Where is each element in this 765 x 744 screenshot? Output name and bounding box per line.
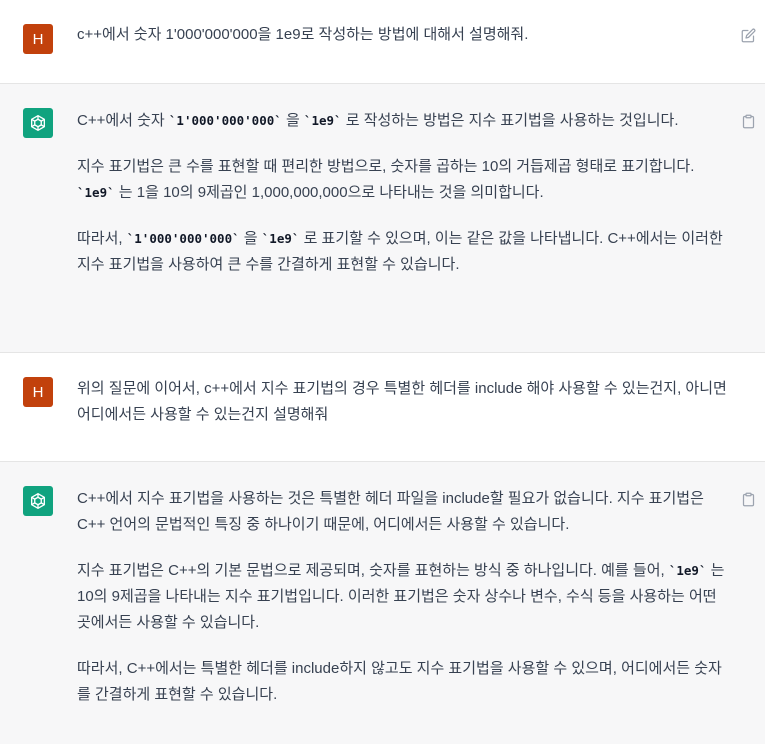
edit-icon	[741, 28, 755, 42]
openai-logo-icon	[31, 493, 45, 509]
user-message-2: H 위의 질문에 이어서, c++에서 지수 표기법의 경우 특별한 헤더를 i…	[0, 353, 765, 462]
inline-code: `1e9`	[668, 563, 707, 578]
answer-paragraph-2: 지수 표기법은 큰 수를 표현할 때 편리한 방법으로, 숫자를 곱하는 10의…	[77, 154, 727, 206]
inline-code: `1e9`	[261, 231, 300, 246]
text-span: 로 작성하는 방법은 지수 표기법을 사용하는 것입니다.	[341, 112, 679, 129]
assistant-avatar	[23, 108, 53, 138]
assistant-avatar	[23, 486, 53, 516]
openai-logo-icon	[31, 115, 45, 131]
edit-button[interactable]	[739, 26, 757, 44]
user-avatar-letter: H	[32, 383, 44, 401]
user-avatar: H	[23, 24, 53, 54]
inline-code: `1e9`	[77, 185, 115, 200]
clipboard-icon	[742, 492, 754, 506]
text-span: 따라서,	[77, 230, 127, 247]
copy-button[interactable]	[739, 490, 757, 508]
text-span: 을	[239, 230, 262, 247]
clipboard-icon	[742, 114, 754, 128]
text-span: 는 1을 10의 9제곱인 1,000,000,000으로 나타내는 것을 의미…	[114, 184, 544, 201]
user-message-1: H c++에서 숫자 1'000'000'000을 1e9로 작성하는 방법에 …	[0, 0, 765, 84]
text-span: 을	[281, 112, 304, 129]
message-text: C++에서 숫자 `1'000'000'000` 을 `1e9` 로 작성하는 …	[77, 108, 727, 278]
answer-paragraph-1: C++에서 지수 표기법을 사용하는 것은 특별한 헤더 파일을 include…	[77, 490, 704, 533]
answer-paragraph-3: 따라서, C++에서는 특별한 헤더를 include하지 않고도 지수 표기법…	[77, 660, 722, 703]
inline-code: `1'000'000'000`	[168, 113, 282, 128]
answer-paragraph-1: C++에서 숫자 `1'000'000'000` 을 `1e9` 로 작성하는 …	[77, 108, 727, 134]
answer-paragraph-3: 따라서, `1'000'000'000` 을 `1e9` 로 표기할 수 있으며…	[77, 226, 727, 278]
text-span: C++에서 숫자	[77, 112, 169, 129]
text-span: 지수 표기법은 C++의 기본 문법으로 제공되며, 숫자를 표현하는 방식 중…	[77, 562, 669, 579]
user-question-2: 위의 질문에 이어서, c++에서 지수 표기법의 경우 특별한 헤더를 inc…	[77, 380, 727, 423]
assistant-message-2: C++에서 지수 표기법을 사용하는 것은 특별한 헤더 파일을 include…	[0, 462, 765, 744]
chat-thread: H c++에서 숫자 1'000'000'000을 1e9로 작성하는 방법에 …	[0, 0, 765, 744]
user-avatar-letter: H	[32, 30, 44, 48]
user-question-1: c++에서 숫자 1'000'000'000을 1e9로 작성하는 방법에 대해…	[77, 26, 529, 43]
message-text: c++에서 숫자 1'000'000'000을 1e9로 작성하는 방법에 대해…	[77, 22, 727, 48]
copy-button[interactable]	[739, 112, 757, 130]
answer-paragraph-2: 지수 표기법은 C++의 기본 문법으로 제공되며, 숫자를 표현하는 방식 중…	[77, 558, 727, 636]
user-avatar: H	[23, 377, 53, 407]
text-span: 지수 표기법은 큰 수를 표현할 때 편리한 방법으로, 숫자를 곱하는 10의…	[77, 158, 695, 175]
inline-code: `1e9`	[303, 113, 342, 128]
assistant-message-1: C++에서 숫자 `1'000'000'000` 을 `1e9` 로 작성하는 …	[0, 84, 765, 353]
message-text: 위의 질문에 이어서, c++에서 지수 표기법의 경우 특별한 헤더를 inc…	[77, 376, 727, 428]
inline-code: `1'000'000'000`	[126, 231, 240, 246]
message-text: C++에서 지수 표기법을 사용하는 것은 특별한 헤더 파일을 include…	[77, 486, 727, 708]
